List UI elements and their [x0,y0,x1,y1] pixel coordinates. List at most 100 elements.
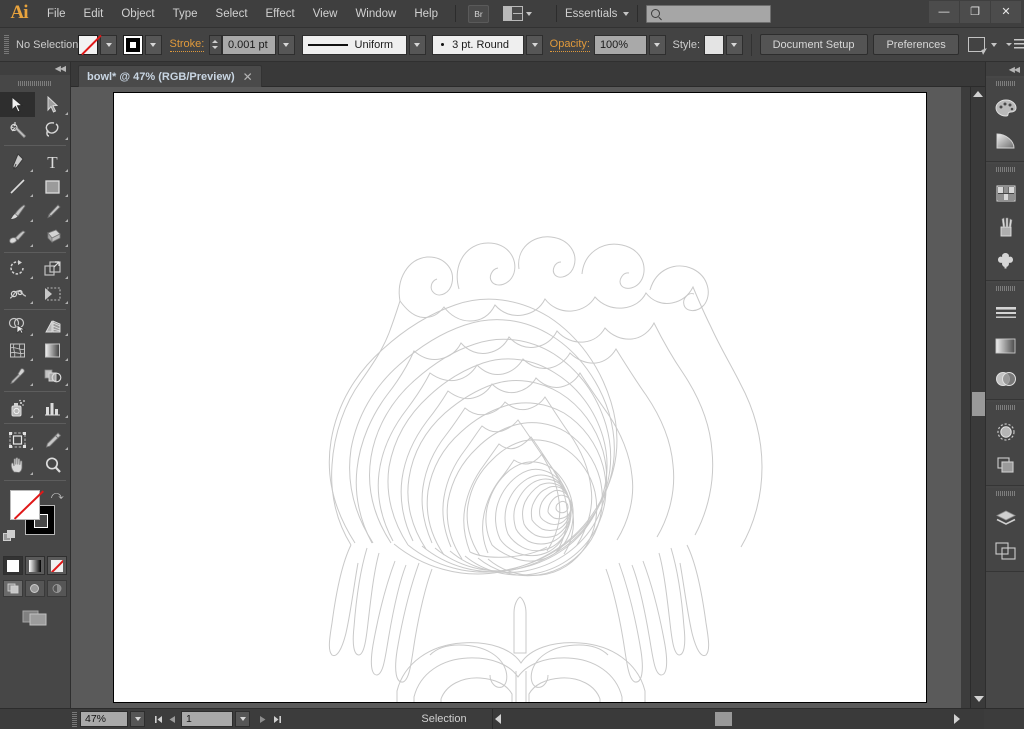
minimize-button[interactable]: — [929,0,959,23]
dock-group-grip[interactable] [995,402,1015,413]
brushes-panel-icon[interactable] [986,210,1024,243]
graphic-style-swatch[interactable] [703,34,724,55]
fill-swatch[interactable] [78,34,99,55]
stroke-dropdown-button[interactable] [144,34,162,55]
control-panel-menu-button[interactable] [1006,39,1024,50]
graphic-styles-panel-icon[interactable] [986,448,1024,481]
artboard-tool[interactable] [0,427,35,452]
stroke-weight-field[interactable]: 0.001 pt [221,34,276,55]
style-dropdown-button[interactable] [725,34,743,55]
status-bar-grip[interactable] [72,711,77,727]
select-similar-icon[interactable] [967,37,985,52]
preferences-button[interactable]: Preferences [873,34,959,55]
slice-tool[interactable] [35,427,70,452]
magic-wand-tool[interactable] [0,117,35,142]
type-tool[interactable]: T [35,149,70,174]
close-button[interactable]: ✕ [991,0,1021,23]
first-artboard-button[interactable] [151,711,165,727]
swap-fill-stroke-icon[interactable]: ⤺ [51,488,64,503]
dock-group-grip[interactable] [995,283,1015,294]
width-tool[interactable] [0,281,35,306]
blob-brush-tool[interactable] [0,224,35,249]
screen-mode-button[interactable] [0,607,70,627]
document-setup-button[interactable]: Document Setup [759,34,868,55]
menu-window[interactable]: Window [346,4,405,24]
rotate-tool[interactable] [0,256,35,281]
color-mode-button[interactable] [3,556,23,575]
zoom-level-field[interactable]: 47% [80,711,128,727]
rectangle-tool[interactable] [35,174,70,199]
vertical-scrollbar[interactable] [970,87,985,708]
pen-tool[interactable] [0,149,35,174]
swatches-panel-icon[interactable] [986,177,1024,210]
gradient-panel-icon[interactable] [986,329,1024,362]
stroke-panel-icon[interactable] [986,296,1024,329]
menu-effect[interactable]: Effect [257,4,304,24]
menu-help[interactable]: Help [405,4,447,24]
scroll-right-button[interactable] [954,714,960,724]
fill-dropdown-button[interactable] [100,34,118,55]
draw-behind-button[interactable] [25,580,45,597]
menu-object[interactable]: Object [112,4,163,24]
layers-panel-icon[interactable] [986,501,1024,534]
zoom-level-dropdown-button[interactable] [130,711,145,727]
color-panel-icon[interactable] [986,91,1024,124]
tools-panel-grip[interactable] [18,77,52,89]
perspective-grid-tool[interactable] [35,313,70,338]
artboard-dropdown-button[interactable] [235,711,250,727]
dock-group-grip[interactable] [995,78,1015,89]
search-input[interactable] [646,4,772,23]
canvas-area[interactable] [71,87,961,708]
stroke-weight-stepper[interactable] [208,34,222,55]
menu-view[interactable]: View [304,4,347,24]
selection-tool[interactable] [0,92,35,117]
eyedropper-tool[interactable] [0,363,35,388]
pencil-tool[interactable] [35,199,70,224]
next-artboard-button[interactable] [256,711,270,727]
artboard-number-field[interactable]: 1 [181,711,233,727]
hand-tool[interactable] [0,452,35,477]
document-tab[interactable]: bowl* @ 47% (RGB/Preview) ✕ [78,65,262,87]
appearance-panel-icon[interactable] [986,415,1024,448]
fill-color-box[interactable] [10,490,40,520]
arrange-documents-button[interactable] [503,6,532,21]
gradient-tool[interactable] [35,338,70,363]
scroll-down-button[interactable] [971,692,986,706]
transparency-panel-icon[interactable] [986,362,1024,395]
draw-normal-button[interactable] [3,580,23,597]
zoom-tool[interactable] [35,452,70,477]
opacity-field[interactable]: 100% [593,34,647,55]
symbol-sprayer-tool[interactable] [0,395,35,420]
default-fill-stroke-icon[interactable] [3,530,16,543]
scale-tool[interactable] [35,256,70,281]
draw-inside-button[interactable] [47,580,67,597]
opacity-label[interactable]: Opacity: [549,38,590,52]
line-segment-tool[interactable] [0,174,35,199]
lasso-tool[interactable] [35,117,70,142]
horizontal-scrollbar[interactable] [492,709,984,729]
last-artboard-button[interactable] [270,711,284,727]
scroll-up-button[interactable] [971,87,985,101]
gradient-mode-button[interactable] [25,556,45,575]
blend-tool[interactable] [35,363,70,388]
stroke-swatch[interactable] [122,34,143,55]
artboards-panel-icon[interactable] [986,534,1024,567]
close-icon[interactable]: ✕ [243,71,253,83]
shape-builder-tool[interactable] [0,313,35,338]
scroll-left-button[interactable] [495,714,501,724]
menu-file[interactable]: File [38,4,75,24]
eraser-tool[interactable] [35,224,70,249]
dock-group-grip[interactable] [995,488,1015,499]
symbols-panel-icon[interactable] [986,243,1024,276]
mesh-tool[interactable] [0,338,35,363]
menu-select[interactable]: Select [207,4,257,24]
paintbrush-tool[interactable] [0,199,35,224]
bridge-icon[interactable]: Br [468,4,489,23]
stroke-weight-dropdown-button[interactable] [277,34,295,55]
dock-group-grip[interactable] [995,164,1015,175]
color-guide-panel-icon[interactable] [986,124,1024,157]
none-mode-button[interactable] [47,556,67,575]
column-graph-tool[interactable] [35,395,70,420]
workspace-switcher[interactable]: Essentials [565,8,630,20]
horizontal-scroll-thumb[interactable] [715,712,732,726]
